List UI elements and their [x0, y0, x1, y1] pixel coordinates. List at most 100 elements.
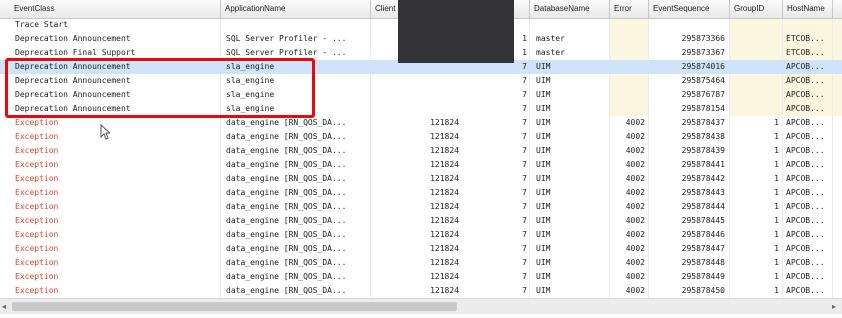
column-header-eventsequence[interactable]: EventSequence — [649, 0, 730, 18]
cell-error: 4002 — [625, 132, 645, 141]
cell-hostname: APCOB... — [786, 76, 825, 85]
cell-dbid: 7 — [522, 90, 527, 99]
column-header-error[interactable]: Error — [610, 0, 649, 18]
table-row[interactable]: Exception data_engine [RN_QOS_DA... 121824… — [0, 228, 842, 242]
cell-client: 121824 — [430, 272, 459, 281]
column-header-groupid[interactable]: GroupID — [730, 0, 783, 18]
cell-groupid: 1 — [774, 146, 779, 155]
table-row[interactable]: Exception data_engine [RN_QOS_DA... 121824… — [0, 116, 842, 130]
column-header-client[interactable]: Client — [371, 0, 399, 18]
table-row[interactable]: Exception data_engine [RN_QOS_DA... 121824… — [0, 172, 842, 186]
table-row[interactable]: Exception data_engine [RN_QOS_DA... 121824… — [0, 130, 842, 144]
cell-dbid: 7 — [522, 160, 527, 169]
cell-hostname: APCOB... — [786, 104, 825, 113]
cell-eventclass: Exception — [15, 174, 59, 183]
scrollbar-thumb[interactable] — [12, 302, 457, 311]
table-row[interactable]: Exception data_engine [RN_QOS_DA... 121824… — [0, 200, 842, 214]
column-header-more[interactable] — [833, 0, 842, 18]
cell-error — [610, 60, 648, 74]
cell-eventsequence: 295875464 — [681, 76, 725, 85]
cell-eventclass: Exception — [15, 272, 59, 281]
column-header-dbid[interactable] — [514, 0, 530, 18]
cell-hostname: APCOB... — [786, 90, 825, 99]
cell-dbid: 7 — [522, 146, 527, 155]
cell-applicationname: data_engine [RN_QOS_DA... — [226, 272, 347, 281]
column-header-eventclass[interactable]: EventClass — [10, 0, 221, 18]
cell-dbid: 7 — [522, 202, 527, 211]
cell-eventclass: Exception — [15, 202, 59, 211]
scroll-right-icon[interactable]: ▸ — [832, 299, 836, 314]
cell-client — [370, 74, 462, 88]
cell-groupid — [730, 32, 782, 46]
table-row[interactable]: Exception data_engine [RN_QOS_DA... 121824… — [0, 270, 842, 284]
cell-hostname: APCOB... — [786, 62, 825, 71]
cell-error — [610, 74, 648, 88]
cell-hostname: ETCOB... — [786, 48, 825, 57]
cell-client: 121824 — [430, 174, 459, 183]
cell-hostname: APCOB... — [786, 286, 825, 295]
column-header-applicationname[interactable]: ApplicationName — [221, 0, 371, 18]
cell-databasename: UIM — [536, 90, 551, 99]
cell-applicationname: data_engine [RN_QOS_DA... — [226, 132, 347, 141]
table-row[interactable]: Exception data_engine [RN_QOS_DA... 121824… — [0, 284, 842, 298]
cell-eventclass: Deprecation Announcement — [15, 34, 131, 43]
cell-groupid: 1 — [774, 160, 779, 169]
cell-client — [370, 102, 462, 116]
cell-applicationname: data_engine [RN_QOS_DA... — [226, 286, 347, 295]
cell-hostname: APCOB... — [786, 258, 825, 267]
cell-eventclass: Exception — [15, 286, 59, 295]
cell-error: 4002 — [625, 160, 645, 169]
table-row[interactable]: Exception data_engine [RN_QOS_DA... 121824… — [0, 158, 842, 172]
table-row[interactable]: Exception data_engine [RN_QOS_DA... 121824… — [0, 186, 842, 200]
cell-databasename: UIM — [536, 244, 551, 253]
cell-eventsequence: 295878438 — [681, 132, 725, 141]
cell-eventclass: Exception — [15, 188, 59, 197]
cell-error — [610, 18, 648, 32]
cell-groupid: 1 — [774, 244, 779, 253]
cell-error: 4002 — [625, 244, 645, 253]
cell-dbid: 7 — [522, 216, 527, 225]
cell-hostname: APCOB... — [786, 272, 825, 281]
horizontal-scrollbar[interactable]: ◂ ▸ — [0, 298, 842, 314]
cell-eventsequence: 295878447 — [681, 244, 725, 253]
cell-hostname: APCOB... — [786, 230, 825, 239]
cell-error: 4002 — [625, 188, 645, 197]
cell-eventsequence — [649, 18, 728, 32]
cell-error: 4002 — [625, 146, 645, 155]
cell-applicationname: data_engine [RN_QOS_DA... — [226, 230, 347, 239]
cell-dbid: 7 — [522, 188, 527, 197]
table-row[interactable]: Exception data_engine [RN_QOS_DA... 121824… — [0, 144, 842, 158]
scroll-left-icon[interactable]: ◂ — [2, 299, 6, 314]
cell-eventsequence: 295878439 — [681, 146, 725, 155]
column-header-hostname[interactable]: HostName — [783, 0, 833, 18]
table-row[interactable]: Exception data_engine [RN_QOS_DA... 121824… — [0, 242, 842, 256]
cell-eventsequence: 295878450 — [681, 286, 725, 295]
cell-hostname: APCOB... — [786, 188, 825, 197]
cell-groupid: 1 — [774, 202, 779, 211]
cell-error: 4002 — [625, 272, 645, 281]
cell-dbid: 7 — [522, 104, 527, 113]
cell-dbid: 7 — [522, 230, 527, 239]
table-row[interactable]: Exception data_engine [RN_QOS_DA... 121824… — [0, 214, 842, 228]
cell-databasename: UIM — [536, 118, 551, 127]
cell-client: 121824 — [430, 118, 459, 127]
cell-client: 121824 — [430, 202, 459, 211]
highlight-annotation-box — [5, 58, 315, 118]
cell-applicationname: data_engine [RN_QOS_DA... — [226, 244, 347, 253]
cell-error: 4002 — [625, 258, 645, 267]
cell-databasename: UIM — [536, 202, 551, 211]
cell-applicationname: data_engine [RN_QOS_DA... — [226, 118, 347, 127]
column-header-databasename[interactable]: DatabaseName — [530, 0, 610, 18]
cell-error: 4002 — [625, 202, 645, 211]
cell-eventsequence: 295878443 — [681, 188, 725, 197]
cell-eventsequence: 295878441 — [681, 160, 725, 169]
cell-hostname: ETCOB... — [786, 34, 825, 43]
table-row[interactable]: Exception data_engine [RN_QOS_DA... 121824… — [0, 256, 842, 270]
cell-eventsequence: 295878154 — [681, 104, 725, 113]
cell-error: 4002 — [625, 230, 645, 239]
cell-groupid: 1 — [774, 118, 779, 127]
cell-groupid — [730, 18, 782, 32]
cell-eventsequence: 295878446 — [681, 230, 725, 239]
cell-databasename: UIM — [536, 62, 551, 71]
cell-databasename: UIM — [536, 286, 551, 295]
